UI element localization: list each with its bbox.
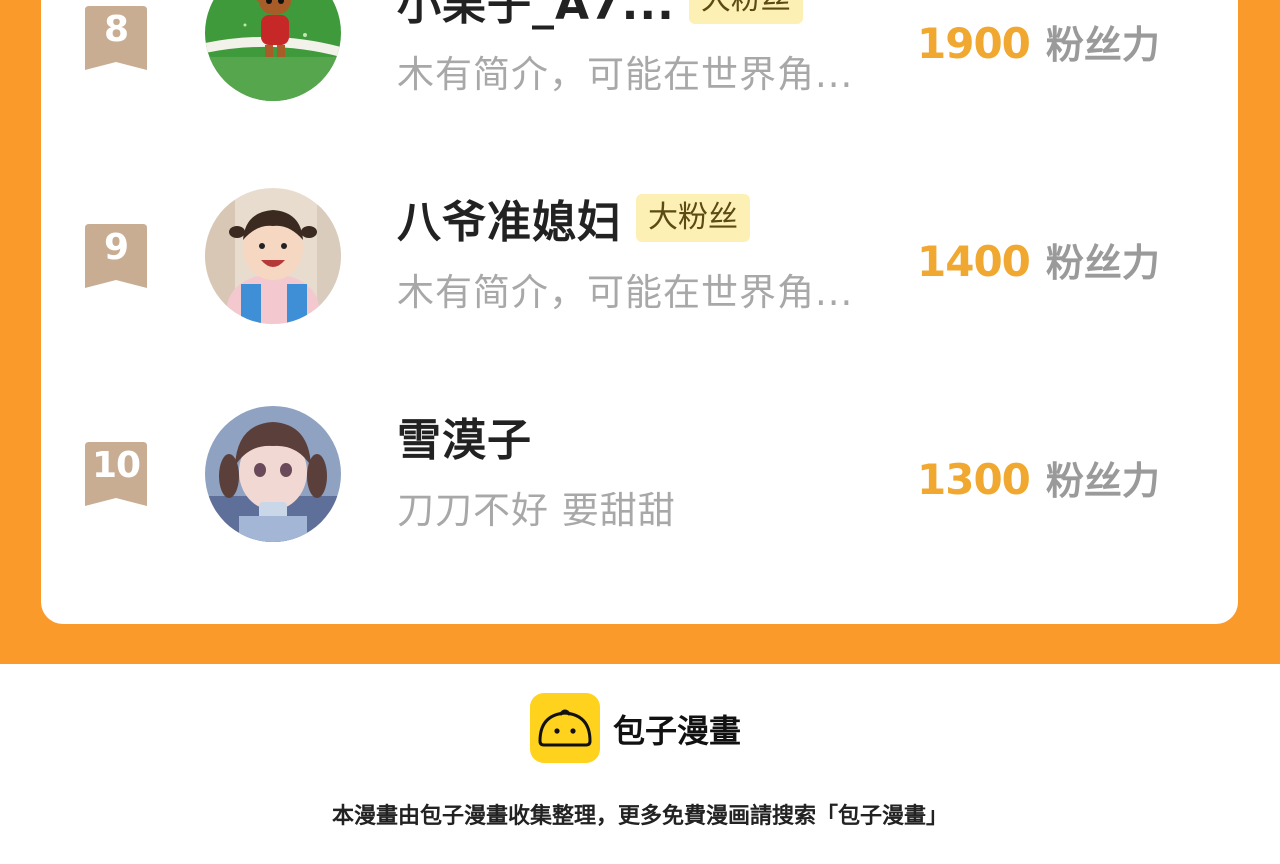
baozi-bun-logo-icon (530, 693, 600, 763)
fan-level-badge: 大粉丝 (688, 0, 803, 24)
rank-number: 9 (103, 227, 129, 268)
user-name[interactable]: 八爷准媳妇 (397, 186, 622, 250)
baby-photo-avatar-icon (205, 188, 341, 324)
user-avatar[interactable] (205, 0, 341, 101)
fan-score-unit: 粉丝力 (1045, 23, 1160, 67)
user-bio: 木有简介，可能在世界角... (397, 53, 854, 96)
anime-girl-avatar-icon (205, 406, 341, 542)
rank-number: 8 (103, 9, 129, 50)
user-name[interactable]: 小栗子_A7... (397, 0, 675, 32)
cartoon-mouse-avatar-icon (205, 0, 341, 101)
fan-score-unit: 粉丝力 (1045, 241, 1160, 285)
fan-ranking-card: 8 小栗子_A7... 大粉丝 (41, 0, 1238, 624)
ranking-row[interactable]: 10 雪漠子 刀刀不好 要甜甜 1300 粉丝力 (41, 396, 1238, 586)
fan-score-value: 1400 (917, 237, 1031, 286)
fan-score: 1900 粉丝力 (917, 14, 1160, 69)
user-bio: 木有简介，可能在世界角... (397, 271, 854, 314)
fan-level-badge: 大粉丝 (636, 194, 750, 242)
user-avatar[interactable] (205, 188, 341, 324)
fan-score: 1300 粉丝力 (917, 450, 1160, 505)
rank-ribbon-badge: 8 (85, 6, 147, 70)
user-name[interactable]: 雪漠子 (397, 404, 532, 468)
user-bio: 刀刀不好 要甜甜 (397, 489, 676, 532)
fan-score-value: 1300 (917, 455, 1031, 504)
rank-ribbon-badge: 10 (85, 442, 147, 506)
fan-score-value: 1900 (917, 19, 1031, 68)
user-avatar[interactable] (205, 406, 341, 542)
rank-number: 10 (91, 445, 141, 486)
rank-ribbon-badge: 9 (85, 224, 147, 288)
fan-score: 1400 粉丝力 (917, 232, 1160, 287)
ranking-row[interactable]: 8 小栗子_A7... 大粉丝 (41, 0, 1238, 150)
ranking-row[interactable]: 9 八爷准媳妇 大粉丝 木有简介，可能在世界角... 1400 粉丝力 (41, 178, 1238, 368)
footer-note: 本漫畫由包子漫畫收集整理，更多免費漫画請搜索「包子漫畫」 (331, 804, 948, 829)
fan-score-unit: 粉丝力 (1045, 459, 1160, 503)
brand-name: 包子漫畫 (613, 712, 742, 750)
